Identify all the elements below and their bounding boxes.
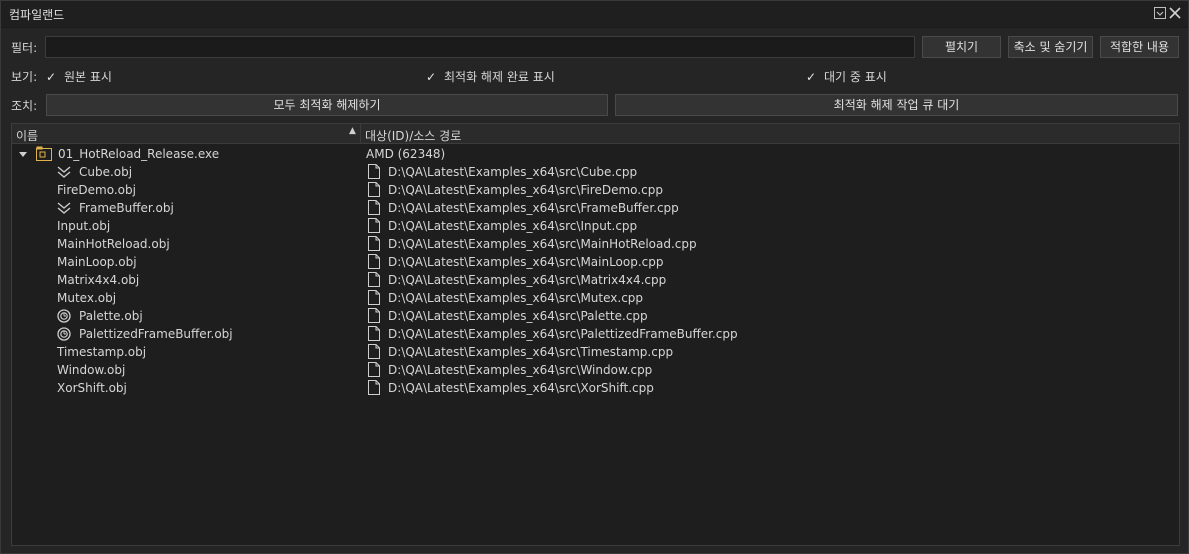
checkmark-icon: ✓ [46,70,57,84]
expand-button[interactable]: 펼치기 [922,36,1001,58]
close-icon[interactable] [1169,7,1181,19]
tree-row[interactable]: PalettizedFrameBuffer.obj D:\QA\Latest\Ex… [12,325,1179,343]
object-name: MainLoop.obj [57,255,137,269]
object-name: Cube.obj [79,165,133,179]
source-path: D:\QA\Latest\Examples_x64\src\Mutex.cpp [388,291,644,305]
column-header-target[interactable]: 대상(ID)/소스 경로 [365,127,461,144]
tree-row[interactable]: MainLoop.obj D:\QA\Latest\Examples_x64\sr… [12,253,1179,271]
object-name: FrameBuffer.obj [79,201,174,215]
object-name: Mutex.obj [57,291,117,305]
compiland-tree[interactable]: 이름 ▲ 대상(ID)/소스 경로 01_HotReload_Release.e… [11,123,1180,546]
root-target: AMD (62348) [366,147,446,161]
pending-clock-icon [57,327,71,344]
object-name: Timestamp.obj [57,345,147,359]
source-path: D:\QA\Latest\Examples_x64\src\Palette.cp… [388,309,648,323]
fit-content-button[interactable]: 적합한 내용 [1100,36,1179,58]
source-path: D:\QA\Latest\Examples_x64\src\FrameBuffe… [388,201,679,215]
file-icon [368,362,380,380]
show-pending-checkbox[interactable]: ✓ 대기 중 표시 [806,68,887,85]
file-icon [368,254,380,272]
tree-row[interactable]: Matrix4x4.obj D:\QA\Latest\Examples_x64\s… [12,271,1179,289]
title-bar: 컴파일랜드 [1,1,1188,28]
compilands-window: 컴파일랜드 필터: 펼치기 축소 및 숨기기 적합한 내용 보기: ✓ 원본 표시… [0,0,1189,554]
object-name: Window.obj [57,363,126,377]
source-path: D:\QA\Latest\Examples_x64\src\Cube.cpp [388,165,638,179]
show-deopt-done-label: 최적화 해제 완료 표시 [444,70,555,84]
collapse-hide-button[interactable]: 축소 및 숨기기 [1008,36,1093,58]
pending-clock-icon [57,309,71,326]
deoptimize-all-button[interactable]: 모두 최적화 해제하기 [46,94,608,116]
object-name: PalettizedFrameBuffer.obj [79,327,233,341]
tree-row[interactable]: Palette.obj D:\QA\Latest\Examples_x64\src… [12,307,1179,325]
tree-row[interactable]: Cube.obj D:\QA\Latest\Examples_x64\src\Cu… [12,163,1179,181]
filter-label: 필터: [11,41,38,55]
tree-row[interactable]: FrameBuffer.obj D:\QA\Latest\Examples_x64… [12,199,1179,217]
object-name: MainHotReload.obj [57,237,170,251]
source-path: D:\QA\Latest\Examples_x64\src\Input.cpp [388,219,638,233]
window-title: 컴파일랜드 [9,8,65,22]
column-separator[interactable] [360,124,361,143]
executable-icon [36,146,52,164]
source-path: D:\QA\Latest\Examples_x64\src\FireDemo.c… [388,183,663,197]
file-icon [368,218,380,236]
tree-row[interactable]: Input.obj D:\QA\Latest\Examples_x64\src\I… [12,217,1179,235]
view-label: 보기: [11,70,38,84]
deoptimized-chevron-icon [57,165,71,182]
object-name: Palette.obj [79,309,143,323]
tree-row[interactable]: MainHotReload.obj D:\QA\Latest\Examples_x… [12,235,1179,253]
tree-row[interactable]: XorShift.obj D:\QA\Latest\Examples_x64\sr… [12,379,1179,397]
object-name: XorShift.obj [57,381,127,395]
source-path: D:\QA\Latest\Examples_x64\src\Window.cpp [388,363,653,377]
show-original-label: 원본 표시 [64,70,112,84]
tree-row[interactable]: FireDemo.obj D:\QA\Latest\Examples_x64\sr… [12,181,1179,199]
show-deopt-done-checkbox[interactable]: ✓ 최적화 해제 완료 표시 [426,68,555,85]
tree-header: 이름 ▲ 대상(ID)/소스 경로 [12,124,1179,144]
tree-row[interactable]: Mutex.obj D:\QA\Latest\Examples_x64\src\M… [12,289,1179,307]
object-name: Matrix4x4.obj [57,273,140,287]
source-path: D:\QA\Latest\Examples_x64\src\Timestamp.… [388,345,674,359]
column-header-name[interactable]: 이름 [16,127,38,144]
sort-ascending-icon: ▲ [349,126,356,136]
source-path: D:\QA\Latest\Examples_x64\src\MainHotRel… [388,237,697,251]
file-icon [368,164,380,182]
root-name: 01_HotReload_Release.exe [58,147,220,161]
file-icon [368,290,380,308]
file-icon [368,272,380,290]
expand-arrow-icon[interactable] [19,148,27,162]
file-icon [368,308,380,326]
tree-row[interactable]: Window.obj D:\QA\Latest\Examples_x64\src\… [12,361,1179,379]
show-pending-label: 대기 중 표시 [824,70,887,84]
file-icon [368,380,380,398]
file-icon [368,344,380,362]
source-path: D:\QA\Latest\Examples_x64\src\Palettized… [388,327,738,341]
object-name: Input.obj [57,219,111,233]
show-original-checkbox[interactable]: ✓ 원본 표시 [46,68,112,85]
queue-deoptimize-button[interactable]: 최적화 해제 작업 큐 대기 [615,94,1178,116]
file-icon [368,182,380,200]
source-path: D:\QA\Latest\Examples_x64\src\XorShift.c… [388,381,654,395]
source-path: D:\QA\Latest\Examples_x64\src\MainLoop.c… [388,255,664,269]
tree-root-row[interactable]: 01_HotReload_Release.exe AMD (62348) [12,145,1179,163]
checkmark-icon: ✓ [426,70,437,84]
file-icon [368,236,380,254]
dock-menu-icon[interactable] [1154,7,1166,19]
checkmark-icon: ✓ [806,70,817,84]
file-icon [368,326,380,344]
source-path: D:\QA\Latest\Examples_x64\src\Matrix4x4.… [388,273,667,287]
object-name: FireDemo.obj [57,183,136,197]
file-icon [368,200,380,218]
deoptimized-chevron-icon [57,201,71,218]
tree-row[interactable]: Timestamp.obj D:\QA\Latest\Examples_x64\s… [12,343,1179,361]
actions-label: 조치: [11,99,38,113]
filter-input[interactable] [45,36,915,58]
